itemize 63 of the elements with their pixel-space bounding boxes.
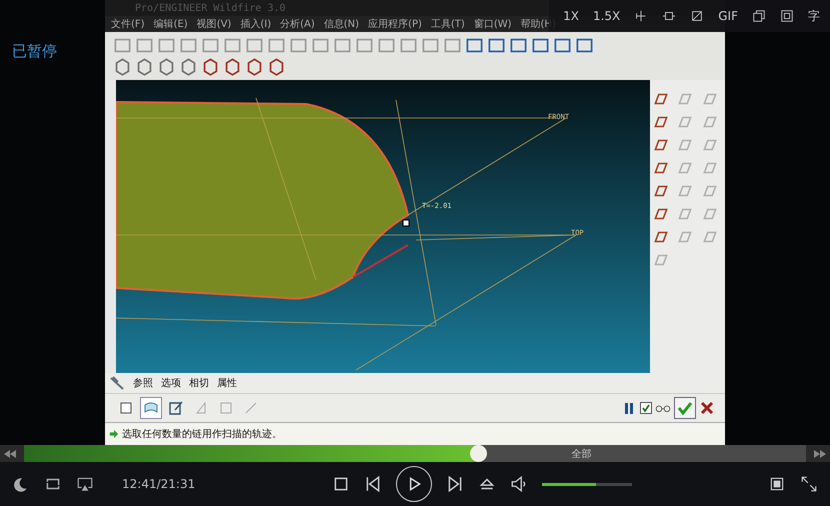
next-icon[interactable] bbox=[446, 475, 464, 493]
screenshot-icon[interactable] bbox=[780, 9, 794, 23]
fullscreen-icon[interactable] bbox=[800, 475, 818, 493]
surface-icon bbox=[143, 400, 159, 416]
play-button[interactable] bbox=[396, 466, 432, 502]
close-icon[interactable] bbox=[699, 400, 715, 416]
speed-option[interactable]: 1.5X bbox=[592, 9, 620, 23]
stop-icon[interactable] bbox=[332, 475, 350, 493]
preview-checkbox[interactable] bbox=[640, 402, 652, 414]
tool-icon[interactable] bbox=[509, 36, 528, 55]
menu-item[interactable]: 文件(F) bbox=[111, 17, 145, 31]
subtitle-button[interactable]: 字 bbox=[808, 8, 820, 24]
crop-icon[interactable] bbox=[634, 9, 648, 23]
tool-icon[interactable] bbox=[223, 57, 242, 76]
tool-icon[interactable] bbox=[245, 57, 264, 76]
menu-item[interactable]: 视图(V) bbox=[196, 17, 232, 31]
dashboard-tab[interactable]: 参照 bbox=[133, 376, 153, 390]
window-title: Pro/ENGINEER Wildfire 3.0 bbox=[135, 2, 286, 14]
previous-icon[interactable] bbox=[364, 475, 382, 493]
menu-item[interactable]: 工具(T) bbox=[430, 17, 465, 31]
playback-time: 12:41/21:31 bbox=[122, 477, 196, 491]
windows-icon[interactable] bbox=[752, 9, 766, 23]
menu-item[interactable]: 信息(N) bbox=[324, 17, 360, 31]
menu-item[interactable]: 分析(A) bbox=[280, 17, 315, 31]
confirm-button[interactable] bbox=[674, 397, 696, 419]
dashboard-tab[interactable]: 相切 bbox=[189, 376, 209, 390]
frame-icon[interactable] bbox=[662, 9, 676, 23]
tool-icon[interactable] bbox=[113, 57, 132, 76]
tool-icon[interactable] bbox=[575, 36, 594, 55]
menu-item[interactable]: 窗口(W) bbox=[474, 17, 512, 31]
progress-track[interactable]: 全部 bbox=[24, 445, 806, 462]
volume-track[interactable] bbox=[542, 482, 632, 486]
menu-item[interactable]: 编辑(E) bbox=[154, 17, 188, 31]
menu-item[interactable]: 插入(I) bbox=[240, 17, 272, 31]
tool-icon[interactable] bbox=[267, 57, 286, 76]
tool-icon[interactable] bbox=[157, 57, 176, 76]
tool-icon[interactable] bbox=[465, 36, 484, 55]
tool-icon[interactable] bbox=[179, 57, 198, 76]
cast-icon[interactable] bbox=[76, 475, 94, 493]
tool-icon[interactable] bbox=[531, 36, 550, 55]
playback-status: 已暂停 bbox=[12, 42, 57, 61]
dashboard-tab[interactable]: 选项 bbox=[161, 376, 181, 390]
menu-item[interactable]: 应用程序(P) bbox=[368, 17, 422, 31]
arrow-icon bbox=[109, 429, 119, 439]
status-message: 选取任何数量的链用作扫描的轨迹。 bbox=[122, 428, 282, 441]
tool-icon[interactable] bbox=[135, 57, 154, 76]
tool-icon[interactable] bbox=[553, 36, 572, 55]
line-icon bbox=[243, 400, 259, 416]
dashboard-tab[interactable]: 属性 bbox=[217, 376, 237, 390]
checkmark-icon bbox=[641, 403, 651, 413]
menu-item[interactable]: 帮助(H) bbox=[520, 17, 556, 31]
gif-button[interactable]: GIF bbox=[718, 9, 738, 23]
speed-option[interactable]: 1X bbox=[563, 9, 579, 23]
volume-icon[interactable] bbox=[510, 475, 528, 493]
playlist-icon[interactable] bbox=[768, 475, 786, 493]
tool-icon[interactable] bbox=[487, 36, 506, 55]
chapter-label: 全部 bbox=[571, 448, 592, 461]
sketch-icon bbox=[168, 400, 184, 416]
square-icon bbox=[218, 400, 234, 416]
sweep-icon bbox=[109, 375, 125, 391]
checkmark-icon bbox=[677, 400, 693, 416]
tool-icon[interactable] bbox=[201, 57, 220, 76]
sweep-option-button[interactable] bbox=[140, 397, 162, 419]
